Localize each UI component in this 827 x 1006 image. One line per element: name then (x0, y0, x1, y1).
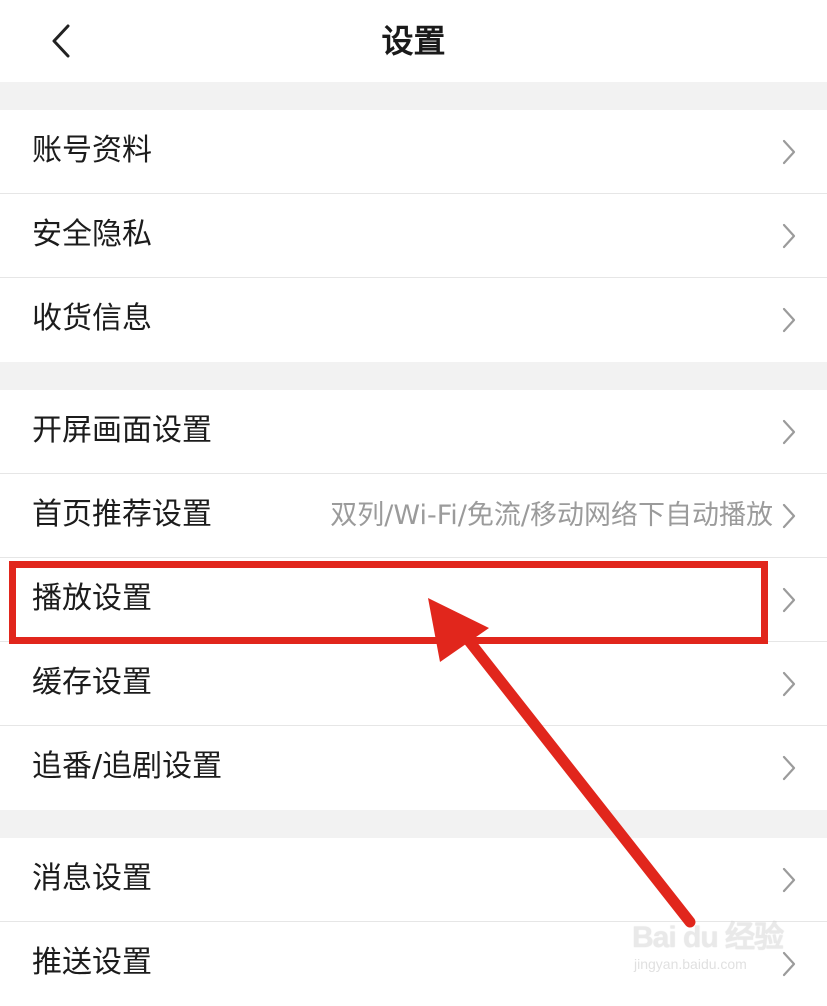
settings-item-home-recommend[interactable]: 首页推荐设置 双列/Wi-Fi/免流/移动网络下自动播放 (0, 474, 827, 558)
chevron-right-icon (781, 419, 797, 445)
settings-item-label: 消息设置 (32, 861, 152, 896)
settings-item-label: 安全隐私 (32, 217, 152, 252)
settings-item-security-privacy[interactable]: 安全隐私 (0, 194, 827, 278)
top-bar: 设置 (0, 0, 827, 82)
settings-item-label: 开屏画面设置 (32, 413, 212, 448)
settings-item-label: 推送设置 (32, 945, 152, 980)
settings-item-account-profile[interactable]: 账号资料 (0, 110, 827, 194)
settings-item-label: 收货信息 (32, 301, 152, 336)
chevron-right-icon (781, 139, 797, 165)
chevron-right-icon (781, 867, 797, 893)
settings-group-notifications: 消息设置 推送设置 (0, 838, 827, 1006)
settings-item-follow-series[interactable]: 追番/追剧设置 (0, 726, 827, 810)
settings-item-value: 双列/Wi-Fi/免流/移动网络下自动播放 (330, 500, 773, 531)
settings-group-display: 开屏画面设置 首页推荐设置 双列/Wi-Fi/免流/移动网络下自动播放 播放设置… (0, 390, 827, 810)
settings-item-splash-screen[interactable]: 开屏画面设置 (0, 390, 827, 474)
settings-item-label: 缓存设置 (32, 665, 152, 700)
settings-item-push[interactable]: 推送设置 (0, 922, 827, 1006)
settings-item-label: 播放设置 (32, 581, 152, 616)
chevron-right-icon (781, 307, 797, 333)
page-title: 设置 (381, 22, 446, 60)
chevron-right-icon (781, 951, 797, 977)
settings-item-playback[interactable]: 播放设置 (0, 558, 827, 642)
settings-group-account: 账号资料 安全隐私 收货信息 (0, 110, 827, 362)
chevron-right-icon (781, 587, 797, 613)
chevron-right-icon (781, 671, 797, 697)
settings-item-shipping-info[interactable]: 收货信息 (0, 278, 827, 362)
settings-item-cache[interactable]: 缓存设置 (0, 642, 827, 726)
settings-item-label: 首页推荐设置 (32, 497, 212, 532)
settings-item-messages[interactable]: 消息设置 (0, 838, 827, 922)
chevron-right-icon (781, 755, 797, 781)
settings-item-label: 追番/追剧设置 (32, 749, 223, 784)
chevron-right-icon (781, 223, 797, 249)
chevron-right-icon (781, 503, 797, 529)
settings-item-label: 账号资料 (32, 133, 152, 168)
